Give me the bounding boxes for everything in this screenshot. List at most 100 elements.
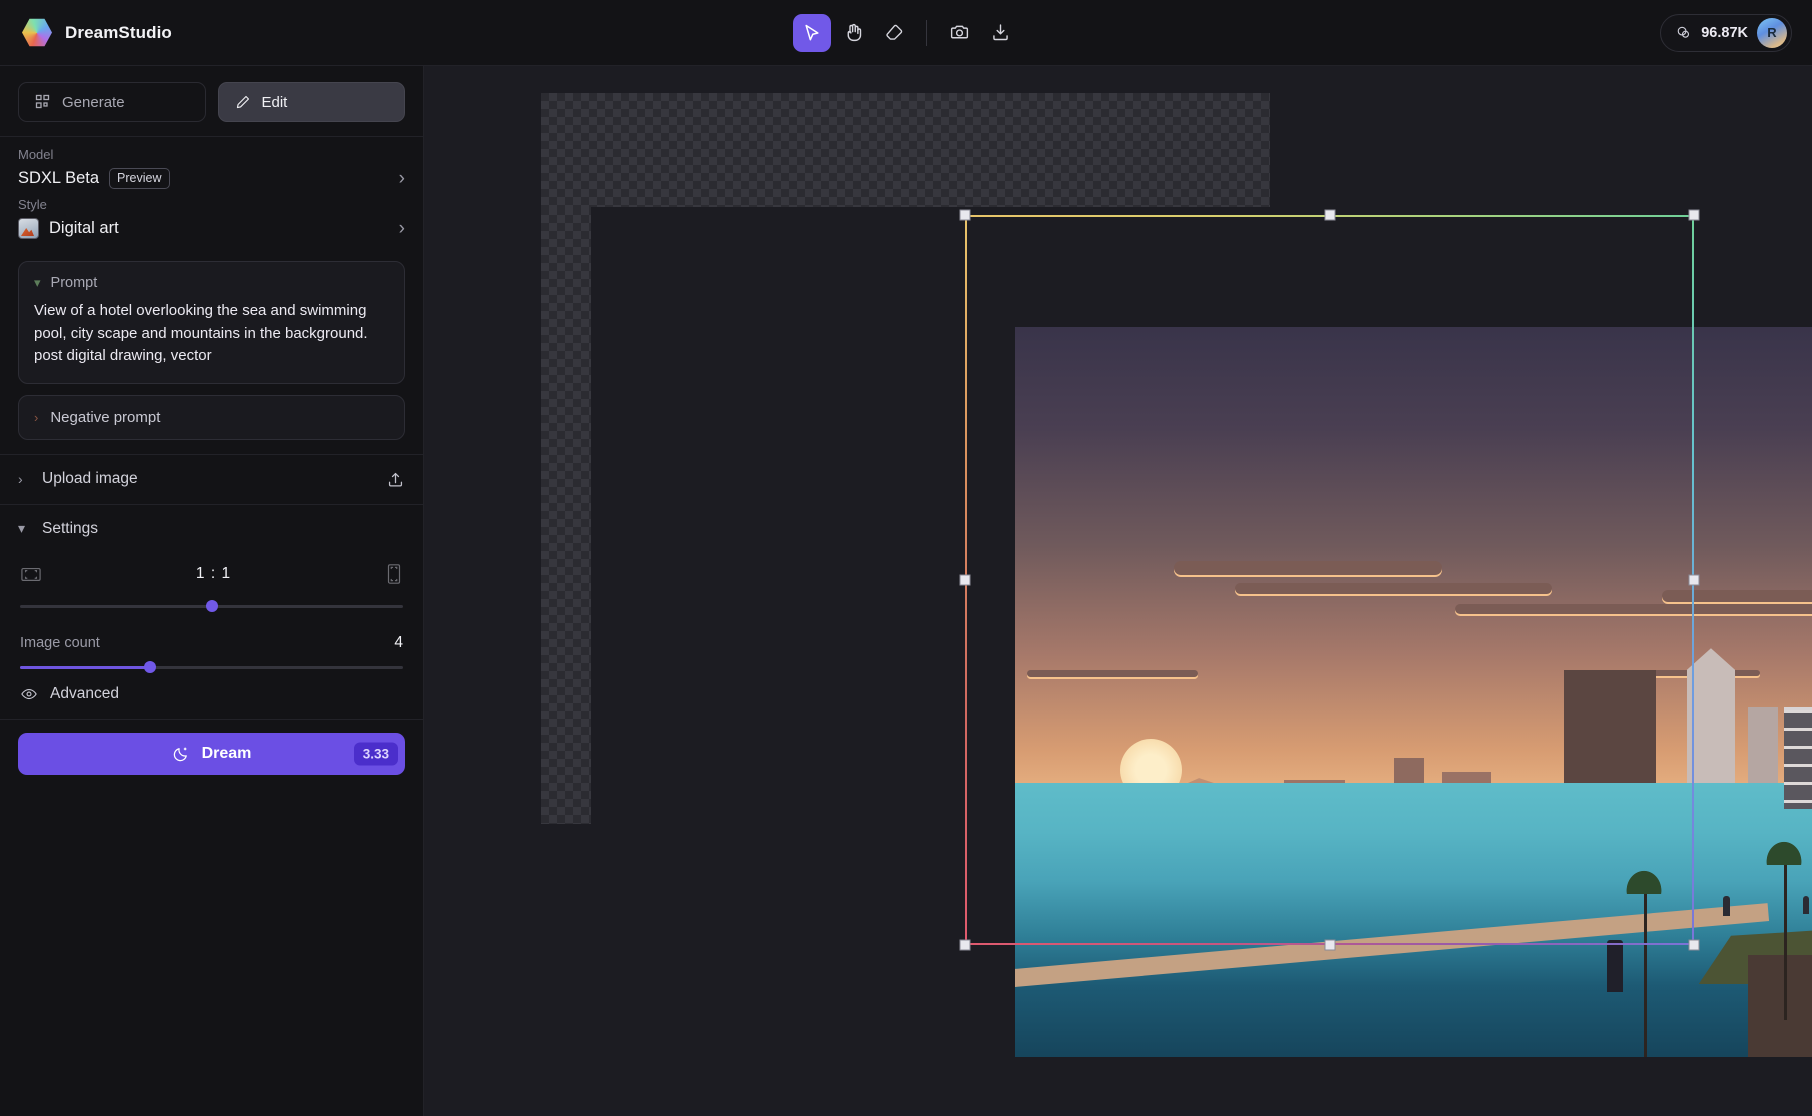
- chevron-down-icon: ▾: [18, 520, 30, 537]
- eraser-icon: [884, 22, 905, 43]
- credits-coin-icon: [1675, 24, 1692, 41]
- moon-stars-icon: [172, 745, 190, 763]
- snapshot-tool[interactable]: [940, 14, 978, 52]
- artwork-deck: [1748, 955, 1812, 1057]
- aspect-ratio-value: 1 : 1: [196, 565, 231, 583]
- negative-prompt-title: Negative prompt: [50, 409, 160, 426]
- image-count-slider[interactable]: [20, 666, 403, 669]
- selection-handle-middle-right[interactable]: [1689, 575, 1700, 586]
- artwork-person-3: [1803, 896, 1809, 914]
- selection-handle-bottom-center[interactable]: [1324, 940, 1335, 951]
- brand[interactable]: DreamStudio: [0, 18, 172, 48]
- tab-edit[interactable]: Edit: [218, 82, 406, 122]
- advanced-label: Advanced: [50, 685, 119, 703]
- artwork-palm-trunk-1: [1644, 889, 1647, 1057]
- prompt-header[interactable]: ▾ Prompt: [34, 275, 389, 291]
- tab-generate[interactable]: Generate: [18, 82, 206, 122]
- selection-handle-middle-left[interactable]: [960, 575, 971, 586]
- image-count-row: Image count 4: [18, 634, 405, 652]
- model-selector[interactable]: SDXL Beta Preview ›: [18, 165, 405, 197]
- canvas-area[interactable]: [424, 66, 1812, 1116]
- upload-image-label: Upload image: [42, 470, 138, 488]
- selection-handle-bottom-right[interactable]: [1689, 940, 1700, 951]
- tool-divider: [926, 20, 927, 46]
- aspect-ratio-row: 1 : 1: [18, 559, 405, 585]
- model-preview-badge: Preview: [109, 168, 169, 189]
- image-count-value: 4: [394, 634, 403, 652]
- eye-icon: [20, 685, 38, 703]
- artwork-cloud-2: [1235, 583, 1552, 594]
- chevron-right-icon: ›: [399, 219, 405, 238]
- artwork-cloud-4: [1662, 590, 1812, 602]
- dreamstudio-app: DreamStudio: [0, 0, 1812, 1116]
- selection-handle-top-right[interactable]: [1689, 210, 1700, 221]
- credits-pill[interactable]: 96.87K R: [1660, 14, 1792, 52]
- portrait-ratio-icon[interactable]: [385, 563, 403, 585]
- model-value: SDXL Beta: [18, 169, 99, 188]
- dreamstudio-hexagon-logo: [22, 18, 52, 48]
- pan-tool[interactable]: [834, 14, 872, 52]
- artwork-person-2: [1723, 896, 1730, 916]
- prompt-section: ▾ Prompt View of a hotel overlooking the…: [0, 251, 423, 440]
- upload-image-accordion[interactable]: › Upload image: [0, 455, 423, 504]
- advanced-row[interactable]: Advanced: [0, 669, 423, 719]
- style-label: Style: [18, 197, 405, 212]
- left-sidebar: Generate Edit Model SDXL Beta Preview: [0, 66, 424, 1116]
- artwork-palm-trunk-2: [1784, 860, 1787, 1021]
- style-selector[interactable]: Digital art ›: [18, 215, 405, 247]
- avatar[interactable]: R: [1757, 18, 1787, 48]
- brand-name: DreamStudio: [65, 23, 172, 43]
- artwork-hotel-lowrise: [1784, 707, 1812, 809]
- artwork-hotel-lowrise-bands: [1784, 710, 1812, 809]
- image-count-slider-fill: [20, 666, 150, 669]
- pencil-icon: [235, 94, 251, 110]
- artwork-palm-head-2: [1757, 831, 1811, 865]
- selection-handle-top-center[interactable]: [1324, 210, 1335, 221]
- app-body: Generate Edit Model SDXL Beta Preview: [0, 66, 1812, 1116]
- tab-generate-label: Generate: [62, 94, 125, 111]
- model-block: Model SDXL Beta Preview › Style Digital …: [0, 137, 423, 251]
- dream-cost-badge: 3.33: [354, 742, 398, 765]
- transparency-checkerboard-left: [541, 207, 591, 824]
- chevron-right-icon: ›: [399, 169, 405, 188]
- prompt-box[interactable]: ▾ Prompt View of a hotel overlooking the…: [18, 261, 405, 384]
- upload-icon[interactable]: [386, 470, 405, 489]
- dream-button-label: Dream: [202, 745, 252, 763]
- image-count-slider-knob[interactable]: [144, 661, 156, 673]
- model-label: Model: [18, 147, 405, 162]
- grid-icon: [35, 94, 51, 110]
- image-count-label: Image count: [20, 635, 100, 651]
- credits-amount: 96.87K: [1701, 25, 1748, 41]
- erase-tool[interactable]: [875, 14, 913, 52]
- cursor-arrow-icon: [802, 23, 822, 43]
- tab-edit-label: Edit: [262, 94, 288, 111]
- settings-body: 1 : 1 Image count 4: [0, 553, 423, 669]
- top-bar: DreamStudio: [0, 0, 1812, 66]
- download-tool[interactable]: [981, 14, 1019, 52]
- canvas-tools: [793, 14, 1019, 52]
- artwork-cloud-1: [1174, 561, 1443, 575]
- chevron-down-icon: ▾: [34, 275, 41, 291]
- dream-button[interactable]: Dream 3.33: [18, 733, 405, 775]
- settings-accordion[interactable]: ▾ Settings: [0, 505, 423, 553]
- artwork-cloud-3: [1455, 604, 1812, 614]
- prompt-title: Prompt: [51, 275, 98, 291]
- landscape-ratio-icon[interactable]: [20, 564, 42, 584]
- chevron-right-icon: ›: [18, 471, 30, 487]
- transparency-checkerboard-top: [541, 93, 1270, 207]
- download-icon: [990, 22, 1011, 43]
- settings-label: Settings: [42, 520, 98, 538]
- style-thumbnail-icon: [18, 218, 39, 239]
- camera-icon: [949, 22, 970, 43]
- selection-handle-bottom-left[interactable]: [960, 940, 971, 951]
- select-tool[interactable]: [793, 14, 831, 52]
- aspect-ratio-slider[interactable]: [20, 605, 403, 608]
- aspect-ratio-slider-knob[interactable]: [206, 600, 218, 612]
- selection-handle-top-left[interactable]: [960, 210, 971, 221]
- chevron-right-icon: ›: [34, 410, 38, 425]
- artwork-palm-head-1: [1617, 860, 1671, 894]
- prompt-input[interactable]: View of a hotel overlooking the sea and …: [34, 300, 389, 368]
- style-value: Digital art: [49, 219, 119, 238]
- negative-prompt-box[interactable]: › Negative prompt: [18, 395, 405, 440]
- hand-icon: [843, 22, 864, 43]
